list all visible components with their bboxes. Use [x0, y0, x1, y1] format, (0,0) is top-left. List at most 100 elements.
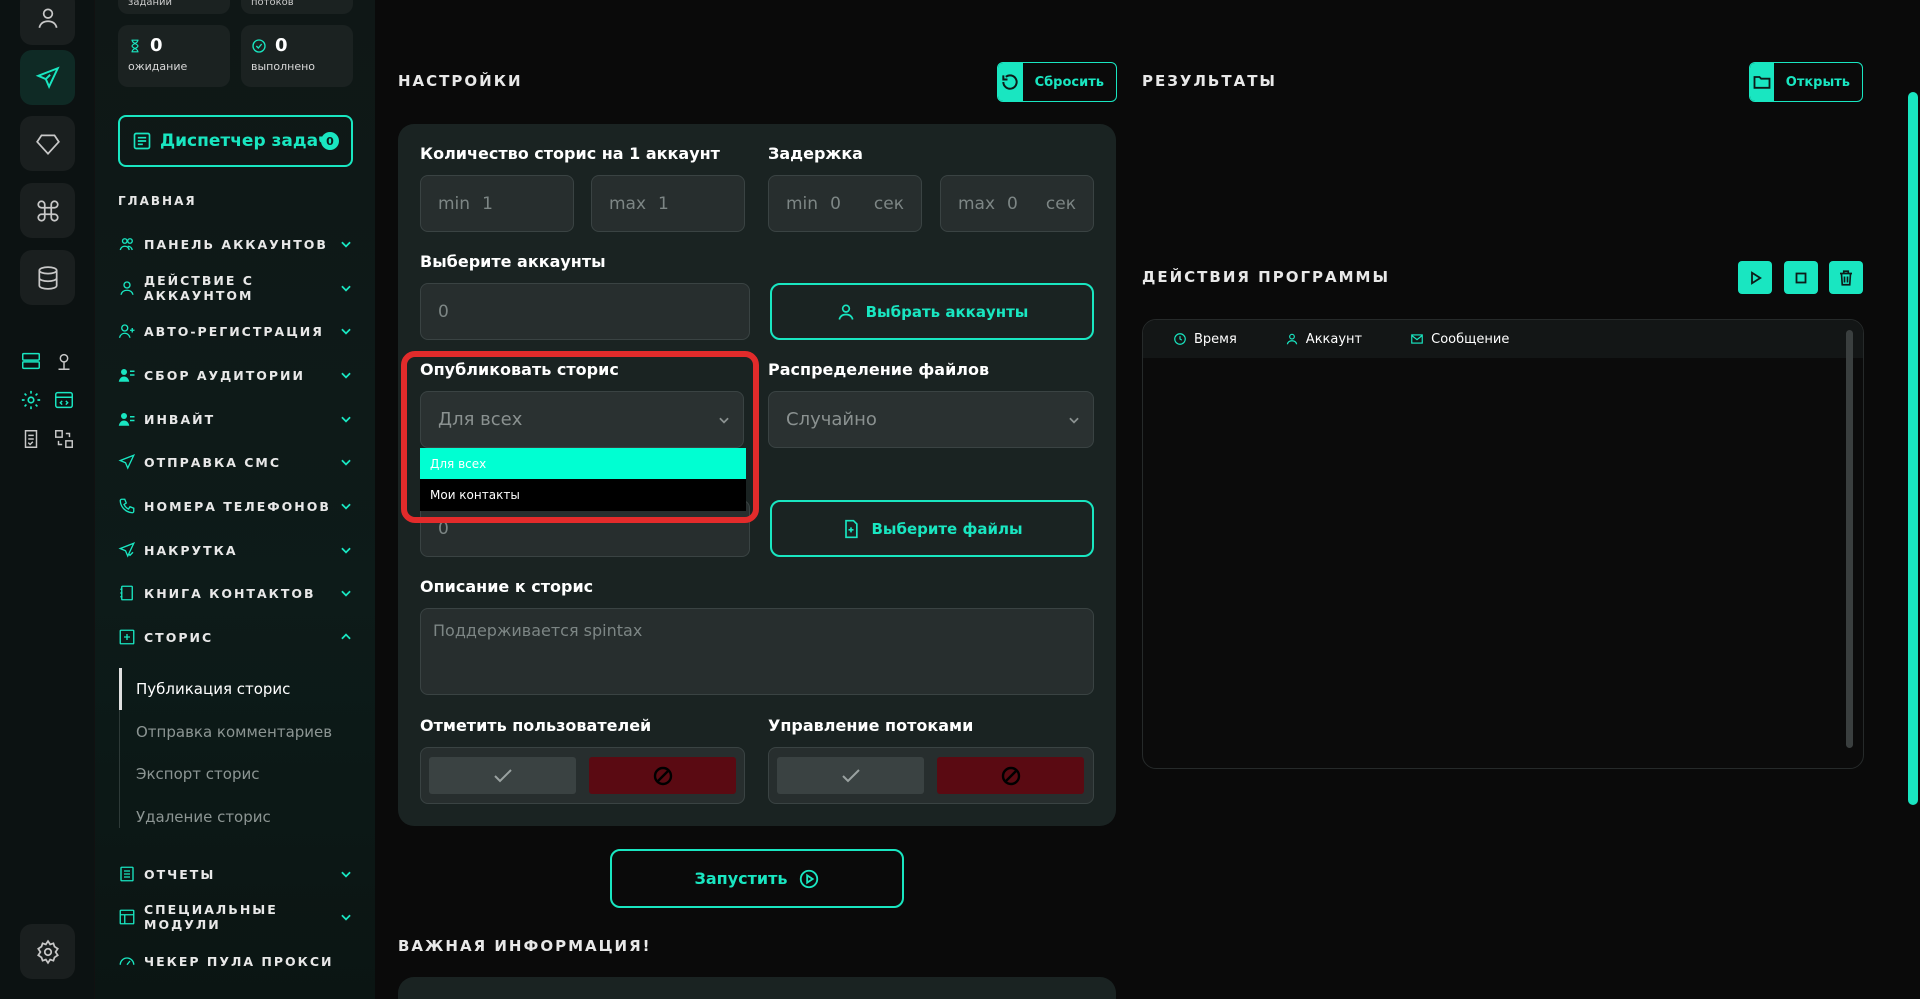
page-scrollbar[interactable]	[1908, 92, 1918, 805]
max-value: 0	[1007, 193, 1018, 214]
waiting-value: 0	[150, 35, 163, 56]
diamond-icon	[35, 133, 60, 155]
nav-item-audience[interactable]: СБОР АУДИТОРИИ	[118, 362, 353, 388]
nav-item-special-modules[interactable]: СПЕЦИАЛЬНЫЕ МОДУЛИ	[118, 902, 353, 932]
trash-icon	[1840, 269, 1852, 286]
important-info-panel	[398, 977, 1116, 999]
reset-button[interactable]: Сбросить	[997, 62, 1117, 102]
log-play-button[interactable]	[1738, 261, 1772, 294]
users-icon	[119, 238, 133, 251]
story-count-min-input[interactable]: min 1	[420, 175, 574, 232]
select-files-button[interactable]: Выберите файлы	[770, 500, 1094, 557]
open-label: Открыть	[1785, 74, 1850, 90]
nav-label: КНИГА КОНТАКТОВ	[144, 585, 316, 601]
log-col-time[interactable]: Время	[1173, 332, 1237, 347]
nav-item-contact-book[interactable]: КНИГА КОНТАКТОВ	[118, 580, 353, 606]
nav-item-auto-registration[interactable]: АВТО-РЕГИСТРАЦИЯ	[118, 318, 353, 344]
document-check-icon[interactable]	[20, 428, 42, 450]
nav-item-stories[interactable]: СТОРИС	[118, 624, 353, 650]
mark-users-label: Отметить пользователей	[420, 716, 652, 735]
user-icon	[1286, 333, 1298, 345]
nav-label: НОМЕРА ТЕЛЕФОНОВ	[144, 498, 331, 514]
chevron-down-icon	[341, 328, 351, 335]
code-window-icon[interactable]	[53, 389, 75, 411]
database-icon	[37, 265, 58, 290]
modules-icon	[119, 909, 135, 925]
ban-icon	[653, 766, 672, 785]
settings-rail-button[interactable]	[20, 924, 75, 979]
log-header: Время Аккаунт Сообщение	[1143, 320, 1863, 358]
story-count-max-input[interactable]: max 1	[591, 175, 745, 232]
send-check-icon	[118, 542, 136, 558]
log-col-account[interactable]: Аккаунт	[1285, 332, 1362, 347]
plus-square-icon	[119, 629, 135, 645]
ban-icon	[1001, 766, 1020, 785]
play-circle-icon	[799, 869, 818, 888]
nav-label: ИНВАЙТ	[144, 411, 216, 427]
done-label: выполнено	[251, 60, 316, 73]
nav-item-accounts-panel[interactable]: ПАНЕЛЬ АККАУНТОВ	[118, 231, 353, 257]
speedometer-icon	[119, 957, 135, 966]
nav-label: СПЕЦИАЛЬНЫЕ МОДУЛИ	[144, 902, 278, 932]
accounts-input[interactable]: 0	[420, 283, 750, 340]
select-accounts-button[interactable]: Выбрать аккаунты	[770, 283, 1094, 340]
unit-label: сек	[1045, 193, 1076, 214]
log-col-label: Время	[1194, 331, 1237, 347]
description-textarea[interactable]: Поддерживается spintax	[420, 608, 1094, 695]
user-plus-icon	[118, 324, 135, 338]
profile-rail-button[interactable]	[20, 0, 75, 45]
log-stop-button[interactable]	[1784, 261, 1818, 294]
nav-item-proxy-checker[interactable]: ЧЕКЕР ПУЛА ПРОКСИ	[118, 948, 353, 974]
send-icon	[35, 65, 60, 89]
open-results-button[interactable]: Открыть	[1749, 62, 1863, 102]
thread-control-off-button[interactable]	[937, 757, 1084, 794]
delay-max-input[interactable]: max 0 сек	[940, 175, 1094, 232]
distribution-select[interactable]: Случайно	[768, 391, 1094, 448]
nav-label: ОТПРАВКА СМС	[144, 454, 282, 470]
log-scrollbar[interactable]	[1846, 330, 1853, 748]
nav-item-boost[interactable]: НАКРУТКА	[118, 537, 353, 563]
sub-item-send-comments[interactable]: Отправка комментариев	[136, 723, 332, 741]
server-list-icon[interactable]	[20, 350, 42, 372]
chevron-down-icon	[341, 241, 351, 248]
side-menu: заданий потоков 0 ожидание 0 выполнено Д…	[95, 0, 375, 999]
diamond-rail-button[interactable]	[20, 116, 75, 171]
stop-icon	[1795, 272, 1807, 283]
task-dispatcher-button[interactable]: Диспетчер задач 0	[118, 115, 353, 167]
command-icon	[36, 199, 59, 222]
delay-min-input[interactable]: min 0 сек	[768, 175, 922, 232]
log-clear-button[interactable]	[1829, 261, 1863, 294]
log-col-message[interactable]: Сообщение	[1410, 332, 1509, 347]
hourglass-icon	[131, 39, 139, 52]
description-placeholder: Поддерживается spintax	[433, 621, 643, 640]
database-rail-button[interactable]	[20, 250, 75, 305]
important-info-title: ВАЖНАЯ ИНФОРМАЦИЯ!	[398, 937, 652, 955]
nav-label: СБОР АУДИТОРИИ	[144, 367, 305, 383]
thread-control-on-button[interactable]	[777, 757, 924, 794]
chevron-down-icon	[341, 416, 351, 423]
telegram-rail-button[interactable]	[20, 50, 75, 105]
map-pin-icon[interactable]	[53, 350, 75, 372]
mark-users-toggle	[420, 747, 745, 804]
sub-item-delete-stories[interactable]: Удаление сторис	[136, 808, 271, 826]
nav-item-sms[interactable]: ОТПРАВКА СМС	[118, 449, 353, 475]
nav-label: АВТО-РЕГИСТРАЦИЯ	[144, 323, 324, 339]
check-circle-icon	[252, 38, 266, 53]
run-button[interactable]: Запустить	[610, 849, 904, 908]
nav-item-account-action[interactable]: ДЕЙСТВИЕ С АККАУНТОМ	[118, 273, 353, 303]
nav-item-reports[interactable]: ОТЧЕТЫ	[118, 861, 353, 887]
command-rail-button[interactable]	[20, 183, 75, 238]
nav-item-invite[interactable]: ИНВАЙТ	[118, 406, 353, 432]
transform-icon[interactable]	[53, 428, 75, 450]
chevron-down-icon	[341, 285, 351, 292]
chevron-down-icon	[341, 459, 351, 466]
sub-item-publish-stories[interactable]: Публикация сторис	[136, 680, 290, 698]
unit-label: сек	[873, 193, 904, 214]
mark-users-on-button[interactable]	[429, 757, 576, 794]
sub-item-export-stories[interactable]: Экспорт сторис	[136, 765, 259, 783]
min-value: 0	[830, 193, 841, 214]
nav-item-phone-numbers[interactable]: НОМЕРА ТЕЛЕФОНОВ	[118, 493, 353, 519]
mark-users-off-button[interactable]	[589, 757, 736, 794]
delay-label: Задержка	[768, 144, 863, 163]
settings-gear-icon[interactable]	[20, 389, 42, 411]
